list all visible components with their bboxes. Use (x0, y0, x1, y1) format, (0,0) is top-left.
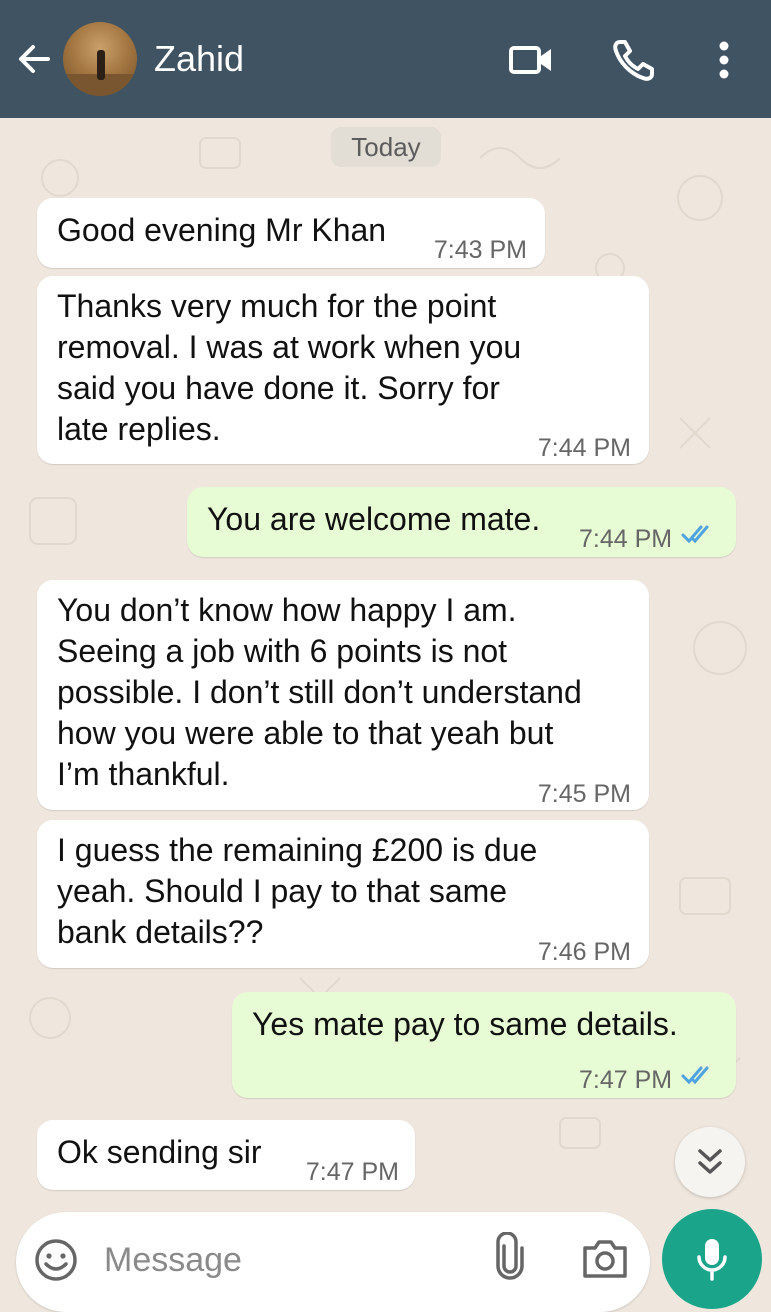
message-time: 7:44 PM (537, 434, 631, 462)
message-bubble-incoming[interactable]: I guess the remaining £200 is due yeah. … (37, 820, 649, 968)
message-bubble-outgoing[interactable]: Yes mate pay to same details. 7:47 PM (232, 992, 736, 1098)
more-vertical-icon[interactable] (700, 36, 748, 84)
contact-name[interactable]: Zahid (154, 38, 244, 80)
contact-avatar[interactable] (63, 22, 137, 96)
message-text: how you were able to that yeah but (57, 715, 554, 751)
message-bubble-incoming[interactable]: Good evening Mr Khan 7:43 PM (37, 198, 545, 268)
message-time: 7:44 PM (579, 525, 673, 553)
message-text: You are welcome mate. (207, 501, 541, 537)
message-time: 7:45 PM (537, 780, 631, 808)
message-bubble-incoming[interactable]: You don’t know how happy I am. Seeing a … (37, 580, 649, 810)
emoji-icon[interactable] (32, 1236, 80, 1284)
microphone-button[interactable] (662, 1209, 762, 1309)
phone-icon[interactable] (610, 36, 658, 84)
message-text: possible. I don’t still don’t understand (57, 674, 582, 710)
date-chip: Today (331, 127, 441, 167)
message-input[interactable]: Message (104, 1238, 242, 1282)
message-text: removal. I was at work when you (57, 329, 522, 365)
microphone-icon (697, 1239, 727, 1281)
message-time: 7:47 PM (579, 1066, 673, 1094)
message-bubble-incoming[interactable]: Ok sending sir 7:47 PM (37, 1120, 415, 1190)
double-check-read-icon (681, 1066, 709, 1085)
camera-icon[interactable] (580, 1236, 630, 1280)
video-call-icon[interactable] (507, 36, 555, 84)
arrow-left-icon[interactable] (14, 38, 56, 80)
message-text: said you have done it. Sorry for (57, 370, 500, 406)
message-time: 7:46 PM (537, 938, 631, 966)
paperclip-icon[interactable] (490, 1232, 530, 1280)
scroll-to-bottom-button[interactable] (675, 1127, 745, 1197)
message-text: Seeing a job with 6 points is not (57, 633, 508, 669)
message-text: Yes mate pay to same details. (252, 1006, 678, 1042)
message-text: You don’t know how happy I am. (57, 592, 517, 628)
message-text: bank details?? (57, 914, 264, 950)
message-time: 7:43 PM (433, 236, 527, 264)
message-text: Ok sending sir (57, 1134, 262, 1170)
double-chevron-down-icon (698, 1149, 722, 1174)
message-text: Thanks very much for the point (57, 288, 497, 324)
message-text: I guess the remaining £200 is due (57, 832, 538, 868)
message-text: late replies. (57, 411, 221, 447)
double-check-read-icon (681, 525, 709, 544)
message-time: 7:47 PM (305, 1158, 399, 1186)
message-bubble-outgoing[interactable]: You are welcome mate. 7:44 PM (187, 487, 736, 557)
message-text: Good evening Mr Khan (57, 212, 387, 248)
message-text: yeah. Should I pay to that same (57, 873, 508, 909)
message-text: I’m thankful. (57, 756, 230, 792)
chat-header: Zahid (0, 0, 771, 118)
message-bubble-incoming[interactable]: Thanks very much for the point removal. … (37, 276, 649, 464)
